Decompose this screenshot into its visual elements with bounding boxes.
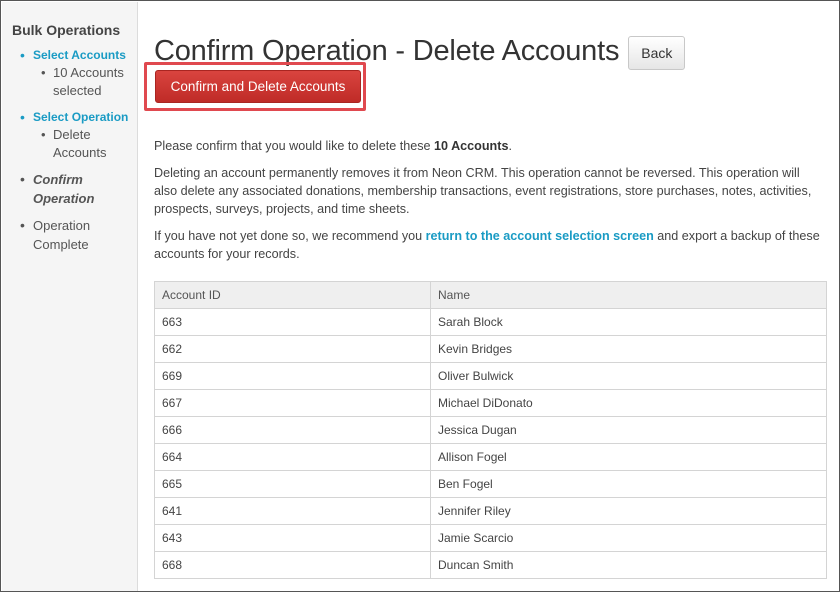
account-id-cell: 664 bbox=[154, 443, 431, 471]
account-name-cell: Ben Fogel bbox=[430, 470, 827, 498]
return-to-selection-link[interactable]: return to the account selection screen bbox=[426, 229, 654, 243]
table-header-row: Account ID Name bbox=[154, 281, 827, 309]
step-select-accounts: Select Accounts 10 Accounts selected bbox=[12, 46, 137, 100]
account-id-cell: 666 bbox=[154, 416, 431, 444]
back-button[interactable]: Back bbox=[628, 36, 686, 70]
sidebar: Bulk Operations Select Accounts 10 Accou… bbox=[2, 2, 138, 591]
account-id-cell: 669 bbox=[154, 362, 431, 390]
account-id-cell: 643 bbox=[154, 524, 431, 552]
table-row: 664 Allison Fogel bbox=[154, 443, 827, 471]
table-row: 662 Kevin Bridges bbox=[154, 335, 827, 363]
step-select-operation-link[interactable]: Select Operation bbox=[33, 108, 137, 126]
step-select-operation: Select Operation Delete Accounts bbox=[12, 108, 137, 162]
step-select-operation-detail: Delete Accounts bbox=[33, 126, 137, 162]
table-row: 665 Ben Fogel bbox=[154, 470, 827, 498]
account-name-cell: Kevin Bridges bbox=[430, 335, 827, 363]
account-name-cell: Jennifer Riley bbox=[430, 497, 827, 525]
step-select-accounts-detail: 10 Accounts selected bbox=[33, 64, 137, 100]
step-operation-complete-label: Operation Complete bbox=[33, 218, 91, 252]
account-name-cell: Allison Fogel bbox=[430, 443, 827, 471]
account-name-cell: Sarah Block bbox=[430, 308, 827, 336]
account-id-cell: 662 bbox=[154, 335, 431, 363]
account-name-cell: Duncan Smith bbox=[430, 551, 827, 579]
account-count: 10 Accounts bbox=[434, 139, 509, 153]
column-account-id: Account ID bbox=[154, 281, 431, 309]
table-row: 641 Jennifer Riley bbox=[154, 497, 827, 525]
intro-text: Please confirm that you would like to de… bbox=[154, 139, 512, 153]
account-name-cell: Jamie Scarcio bbox=[430, 524, 827, 552]
table-row: 666 Jessica Dugan bbox=[154, 416, 827, 444]
account-name-cell: Oliver Bulwick bbox=[430, 362, 827, 390]
step-confirm-operation-label: Confirm Operation bbox=[33, 172, 95, 206]
accounts-table: Account ID Name 663 Sarah Block 662 Kevin … bbox=[154, 281, 827, 579]
column-name: Name bbox=[430, 281, 827, 309]
steps-list: Select Accounts 10 Accounts selected Sel… bbox=[12, 46, 137, 254]
table-row: 668 Duncan Smith bbox=[154, 551, 827, 579]
main-content: Please confirm that you would like to de… bbox=[154, 137, 826, 272]
table-row: 663 Sarah Block bbox=[154, 308, 827, 336]
account-name-cell: Jessica Dugan bbox=[430, 416, 827, 444]
table-row: 669 Oliver Bulwick bbox=[154, 362, 827, 390]
app-frame: Bulk Operations Select Accounts 10 Accou… bbox=[0, 0, 840, 592]
warning-text: Deleting an account permanently removes … bbox=[154, 166, 812, 216]
account-name-cell: Michael DiDonato bbox=[430, 389, 827, 417]
main-header: Confirm Operation - Delete Accounts Back… bbox=[144, 31, 826, 111]
confirm-delete-button[interactable]: Confirm and Delete Accounts bbox=[155, 70, 361, 103]
account-id-cell: 663 bbox=[154, 308, 431, 336]
backup-text: If you have not yet done so, we recommen… bbox=[154, 229, 820, 261]
step-confirm-operation: Confirm Operation bbox=[12, 170, 137, 208]
table-row: 667 Michael DiDonato bbox=[154, 389, 827, 417]
sidebar-title: Bulk Operations bbox=[12, 22, 121, 38]
confirm-highlight: Confirm and Delete Accounts bbox=[144, 62, 366, 111]
account-id-cell: 641 bbox=[154, 497, 431, 525]
table-row: 643 Jamie Scarcio bbox=[154, 524, 827, 552]
step-select-accounts-link[interactable]: Select Accounts bbox=[33, 46, 137, 64]
step-operation-complete: Operation Complete bbox=[12, 216, 137, 254]
account-id-cell: 665 bbox=[154, 470, 431, 498]
account-id-cell: 667 bbox=[154, 389, 431, 417]
account-id-cell: 668 bbox=[154, 551, 431, 579]
